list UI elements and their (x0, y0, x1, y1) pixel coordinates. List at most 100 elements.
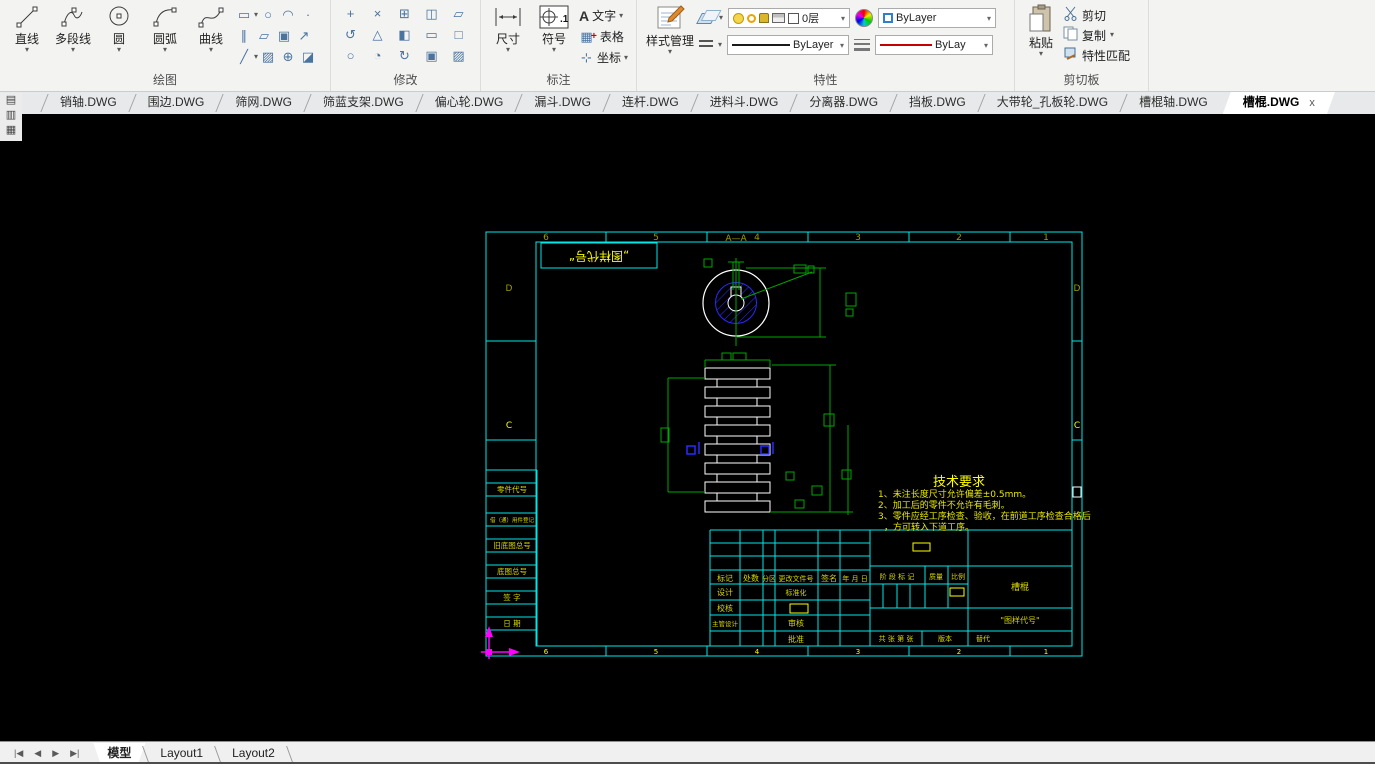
trim-tool-icon[interactable]: × (364, 3, 391, 24)
chevron-down-icon[interactable]: ▾ (209, 46, 213, 54)
previous-tab-button[interactable]: ◀ (34, 748, 41, 759)
layer-plot-icon[interactable] (772, 13, 785, 23)
modify-group-label[interactable]: 修改 (331, 71, 480, 88)
doc-tab-shailanzhijia[interactable]: 筛蓝支架.DWG (308, 92, 419, 114)
chevron-down-icon[interactable]: ▾ (984, 41, 988, 50)
doc-tab-caogun-active[interactable]: 槽棍.DWGx (1223, 92, 1335, 114)
tab-layout2[interactable]: Layout2 (218, 743, 289, 763)
chevron-down-icon[interactable]: ▾ (71, 46, 75, 54)
chevron-down-icon[interactable]: ▾ (25, 46, 29, 54)
draw-group-label[interactable]: 绘图 (0, 71, 330, 88)
paste-button[interactable]: 粘贴 ▾ (1019, 2, 1063, 58)
linetype-manager-icon[interactable] (699, 40, 713, 50)
rectangle-tool-icon[interactable]: ▭ (234, 5, 254, 25)
chevron-down-icon[interactable]: ▾ (506, 46, 510, 54)
doc-tab-dadailun[interactable]: 大带轮_孔板轮.DWG (982, 92, 1123, 114)
dimension-button[interactable]: 尺寸 ▾ (485, 2, 531, 54)
tab-model[interactable]: 模型 (93, 743, 145, 763)
tab-layout1[interactable]: Layout1 (146, 743, 217, 763)
lineweight-icon[interactable] (854, 39, 870, 51)
lineweight-select[interactable]: ByLay ▾ (875, 35, 993, 55)
text-tool-button[interactable]: A 文字 ▾ (577, 5, 628, 26)
doc-tab-caogunzhou[interactable]: 槽棍轴.DWG (1124, 92, 1223, 114)
circle-button[interactable]: 圆 ▾ (96, 2, 142, 54)
mirror-tool-icon[interactable]: ◧ (391, 24, 418, 45)
arrow-tool-icon[interactable]: ↗ (294, 26, 314, 46)
match-properties-button[interactable]: 特性匹配 (1063, 45, 1130, 65)
layer-on-icon[interactable] (733, 13, 744, 24)
layer-select[interactable]: 0层 ▾ (728, 8, 850, 28)
array-tool-icon[interactable]: ⊞ (391, 3, 418, 24)
palette-grid-icon[interactable]: ▥ (6, 108, 16, 123)
point-tool-icon[interactable]: · (298, 5, 318, 25)
last-tab-button[interactable]: ▶| (70, 748, 79, 759)
properties-group-label[interactable]: 特性 (637, 71, 1014, 88)
doc-tab-dangban[interactable]: 挡板.DWG (894, 92, 981, 114)
block-tool-icon[interactable]: ⊕ (278, 47, 298, 67)
close-icon[interactable]: x (1309, 97, 1315, 109)
chevron-down-icon[interactable]: ▾ (1039, 50, 1043, 58)
hatch-edit-tool-icon[interactable]: ▨ (445, 45, 472, 66)
fillet-tool-icon[interactable]: ○ (337, 45, 364, 66)
hatch-tool-icon[interactable]: ▨ (258, 47, 278, 67)
palette-table-icon[interactable]: ▦ (6, 123, 16, 138)
scale-tool-icon[interactable]: □ (445, 24, 472, 45)
layer-freeze-icon[interactable] (747, 14, 756, 23)
copy-tool-icon[interactable]: ↺ (337, 24, 364, 45)
chevron-down-icon[interactable]: ▾ (619, 12, 623, 20)
polyline-button[interactable]: 多段线 ▾ (50, 2, 96, 54)
cut-button[interactable]: 剪切 (1063, 5, 1130, 25)
erase-tool-icon[interactable]: ▱ (445, 3, 472, 24)
chevron-down-icon[interactable]: ▾ (719, 14, 723, 22)
chevron-down-icon[interactable]: ▾ (840, 41, 844, 50)
region-tool-icon[interactable]: ▱ (254, 26, 274, 46)
construction-line-icon[interactable]: ╱ (234, 47, 254, 67)
drawing-canvas[interactable]: 6 5 4 3 2 1 6 5 4 3 2 1 D C D C „图样代号“ A… (0, 114, 1375, 741)
explode-tool-icon[interactable]: ▣ (418, 45, 445, 66)
doc-tab-xiaozhou[interactable]: 销轴.DWG (45, 92, 132, 114)
color-select[interactable]: ByLayer ▾ (878, 8, 996, 28)
symbol-button[interactable]: .1 符号 ▾ (531, 2, 577, 54)
first-tab-button[interactable]: |◀ (14, 748, 23, 759)
stretch-tool-icon[interactable]: ◫ (418, 3, 445, 24)
move-tool-icon[interactable]: + (337, 3, 364, 24)
clipboard-group-label[interactable]: 剪切板 (1015, 71, 1148, 88)
rotate-tool-icon[interactable]: ↻ (391, 45, 418, 66)
overlap-tool-icon[interactable]: ▭ (418, 24, 445, 45)
table-tool-button[interactable]: ▦ + 表格 (577, 26, 628, 47)
chamfer-tool-icon[interactable]: ◔ (364, 45, 391, 66)
coordinate-tool-button[interactable]: ⊹ 坐标 ▾ (577, 47, 628, 68)
chevron-down-icon[interactable]: ▾ (117, 46, 121, 54)
doc-tab-pianxinlun[interactable]: 偏心轮.DWG (420, 92, 519, 114)
chevron-down-icon[interactable]: ▾ (668, 48, 672, 56)
doc-tab-loudou[interactable]: 漏斗.DWG (519, 92, 606, 114)
chevron-down-icon[interactable]: ▾ (718, 41, 722, 49)
doc-tab-liangan[interactable]: 连杆.DWG (607, 92, 694, 114)
chevron-down-icon[interactable]: ▾ (841, 14, 845, 23)
layer-states-icon[interactable] (696, 13, 717, 24)
copy-button[interactable]: 复制 ▾ (1063, 25, 1130, 45)
ellipse-tool-icon[interactable]: ○ (258, 5, 278, 25)
chevron-down-icon[interactable]: ▾ (1110, 31, 1114, 39)
layer-lock-icon[interactable] (759, 13, 769, 23)
linetype-select[interactable]: ByLayer ▾ (727, 35, 849, 55)
doc-tab-jinliaodou[interactable]: 进料斗.DWG (695, 92, 794, 114)
spline-button[interactable]: 曲线 ▾ (188, 2, 234, 54)
multiline-tool-icon[interactable]: ∥ (234, 26, 254, 46)
revision-cloud-icon[interactable]: ◠ (278, 5, 298, 25)
chevron-down-icon[interactable]: ▾ (163, 46, 167, 54)
line-button[interactable]: 直线 ▾ (4, 2, 50, 54)
next-tab-button[interactable]: ▶ (52, 748, 59, 759)
palette-pin-icon[interactable]: ▤ (6, 93, 16, 108)
arc-button[interactable]: 圆弧 ▾ (142, 2, 188, 54)
style-manager-button[interactable]: 样式管理 ▾ (641, 2, 699, 56)
doc-tab-shaiwang[interactable]: 筛网.DWG (220, 92, 307, 114)
solid-tool-icon[interactable]: ▣ (274, 26, 294, 46)
annotate-group-label[interactable]: 标注 (481, 71, 636, 88)
chevron-down-icon[interactable]: ▾ (624, 54, 628, 62)
wipeout-tool-icon[interactable]: ◪ (298, 47, 318, 67)
doc-tab-fenliqi[interactable]: 分离器.DWG (794, 92, 893, 114)
chevron-down-icon[interactable]: ▾ (552, 46, 556, 54)
lengthen-tool-icon[interactable]: △ (364, 24, 391, 45)
color-wheel-icon[interactable] (855, 9, 873, 27)
